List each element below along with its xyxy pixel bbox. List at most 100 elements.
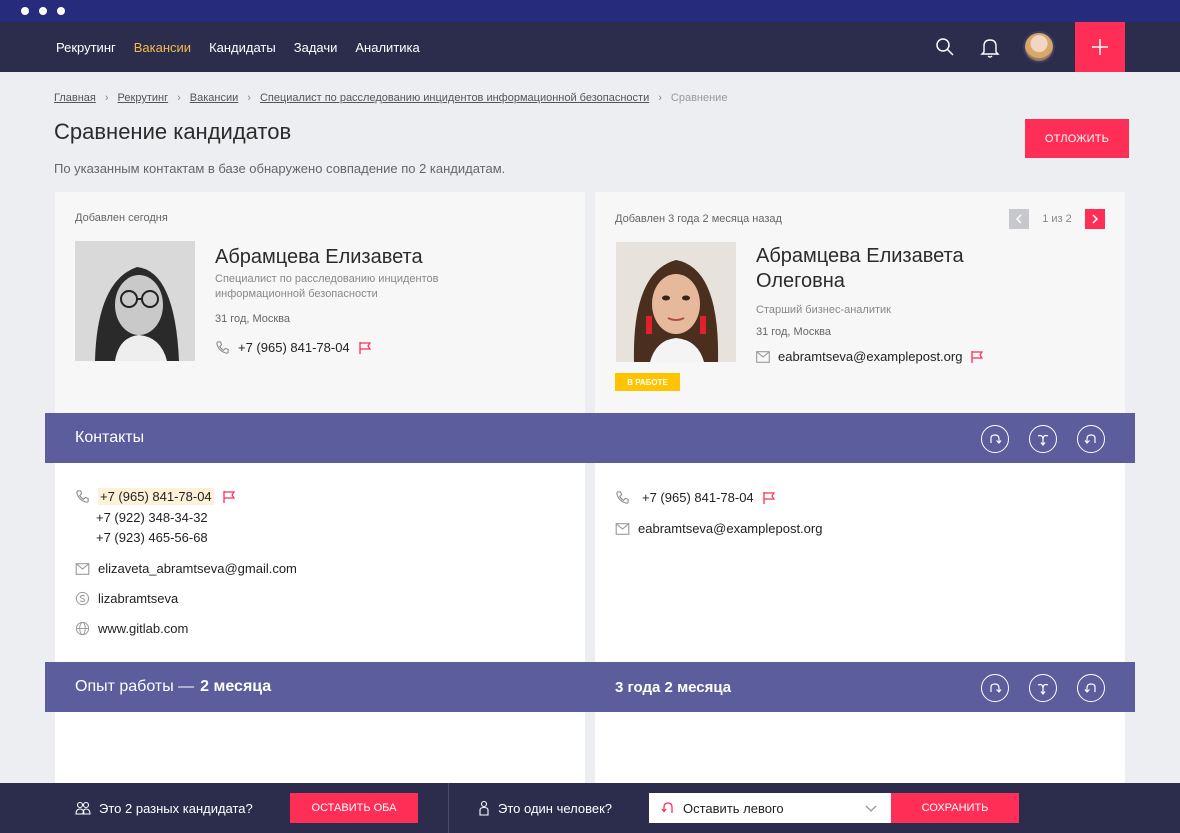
save-button[interactable]: СОХРАНИТЬ bbox=[891, 793, 1019, 823]
experience-label: Опыт работы — bbox=[75, 678, 195, 695]
right-candidate-name: Абрамцева Елизавета Олеговна bbox=[756, 244, 964, 294]
chevron-right-icon bbox=[1092, 214, 1099, 224]
pager-next-button[interactable] bbox=[1084, 209, 1105, 229]
breadcrumb-current: Сравнение bbox=[670, 92, 728, 104]
merge-left-button[interactable] bbox=[981, 425, 1009, 453]
left-phone[interactable]: +7 (965) 841-78-04 bbox=[238, 340, 350, 355]
left-contacts-skype-row: lizabramtseva bbox=[75, 591, 178, 606]
left-contacts-skype[interactable]: lizabramtseva bbox=[98, 591, 178, 606]
right-contacts-phone[interactable]: +7 (965) 841-78-04 bbox=[642, 490, 754, 505]
person-icon bbox=[479, 800, 489, 816]
experience-section-header: Опыт работы — 2 месяца 3 года 2 месяца bbox=[45, 662, 1135, 712]
right-contacts-email[interactable]: eabramtseva@examplepost.org bbox=[638, 521, 822, 536]
postpone-button[interactable]: ОТЛОЖИТЬ bbox=[1025, 119, 1129, 158]
arrow-keep-left-icon bbox=[661, 802, 673, 813]
skype-icon bbox=[75, 591, 90, 606]
nav-menu: Рекрутинг Вакансии Кандидаты Задачи Анал… bbox=[56, 22, 420, 72]
avatar[interactable] bbox=[1023, 31, 1055, 63]
two-people-icon bbox=[75, 801, 91, 815]
nav-item-candidates[interactable]: Кандидаты bbox=[209, 40, 276, 55]
experience-section-title: Опыт работы — 2 месяца bbox=[75, 662, 271, 712]
left-contacts-phone[interactable]: +7 (923) 465-56-68 bbox=[96, 530, 208, 545]
flag-icon[interactable] bbox=[222, 490, 236, 504]
merge-choice-value: Оставить левого bbox=[683, 800, 784, 816]
left-contacts-phone-primary[interactable]: +7 (965) 841-78-04 bbox=[98, 488, 214, 505]
left-contacts-email[interactable]: elizaveta_abramtseva@gmail.com bbox=[98, 561, 297, 576]
candidate-pager: 1 из 2 bbox=[1009, 209, 1105, 229]
breadcrumb-vacancies[interactable]: Вакансии bbox=[190, 92, 239, 104]
breadcrumb-separator: › bbox=[177, 92, 181, 104]
breadcrumb-separator: › bbox=[247, 92, 251, 104]
merge-left-button[interactable] bbox=[981, 674, 1009, 702]
nav-item-recruiting[interactable]: Рекрутинг bbox=[56, 40, 116, 55]
merge-choice-select[interactable]: Оставить левого bbox=[649, 793, 891, 823]
chevron-down-icon bbox=[865, 805, 877, 812]
mail-icon bbox=[615, 522, 630, 535]
left-contacts-site[interactable]: www.gitlab.com bbox=[98, 621, 188, 636]
left-added-date: Добавлен сегодня bbox=[75, 212, 168, 224]
left-contacts-email-row: elizaveta_abramtseva@gmail.com bbox=[75, 561, 297, 576]
experience-left-value: 2 месяца bbox=[200, 678, 272, 695]
breadcrumb: Главная › Рекрутинг › Вакансии › Специал… bbox=[54, 92, 727, 104]
add-button[interactable] bbox=[1075, 22, 1125, 72]
breadcrumb-home[interactable]: Главная bbox=[54, 92, 96, 104]
arrow-merge-both-icon bbox=[1037, 434, 1049, 446]
left-contacts-site-row: www.gitlab.com bbox=[75, 621, 188, 636]
one-person-text: Это один человек? bbox=[498, 800, 613, 816]
breadcrumb-vacancy[interactable]: Специалист по расследованию инцидентов и… bbox=[260, 92, 649, 104]
right-candidate-name-line1: Абрамцева Елизавета bbox=[756, 245, 964, 267]
left-contacts-phone-row: +7 (922) 348-34-32 bbox=[96, 510, 208, 525]
right-email[interactable]: eabramtseva@examplepost.org bbox=[778, 349, 962, 364]
search-icon[interactable] bbox=[933, 35, 957, 59]
arrow-merge-both-icon bbox=[1037, 683, 1049, 695]
footer-action-bar: Это 2 разных кандидата? ОСТАВИТЬ ОБА Это… bbox=[0, 783, 1180, 833]
phone-icon bbox=[76, 490, 89, 503]
window-dot bbox=[57, 7, 65, 15]
page-title: Сравнение кандидатов bbox=[54, 119, 292, 144]
merge-both-button[interactable] bbox=[1029, 674, 1057, 702]
flag-icon[interactable] bbox=[358, 341, 372, 355]
contacts-section-header: Контакты bbox=[45, 413, 1135, 463]
plus-icon bbox=[1092, 39, 1108, 55]
pager-prev-button[interactable] bbox=[1009, 209, 1029, 229]
two-candidates-text: Это 2 разных кандидата? bbox=[99, 800, 253, 816]
merge-right-button[interactable] bbox=[1077, 425, 1105, 453]
right-email-row: eabramtseva@examplepost.org bbox=[756, 349, 984, 364]
bell-icon[interactable] bbox=[978, 35, 1002, 59]
breadcrumb-separator: › bbox=[658, 92, 662, 104]
merge-right-button[interactable] bbox=[1077, 674, 1105, 702]
chevron-left-icon bbox=[1015, 214, 1022, 224]
arrow-merge-right-icon bbox=[990, 434, 1002, 444]
arrow-merge-left-icon bbox=[1084, 683, 1096, 693]
left-contacts-phone-row: +7 (965) 841-78-04 bbox=[75, 488, 236, 505]
left-candidate-name: Абрамцева Елизавета bbox=[215, 246, 423, 268]
right-contacts-email-row: eabramtseva@examplepost.org bbox=[615, 521, 822, 536]
page-subtitle: По указанным контактам в базе обнаружено… bbox=[54, 161, 506, 176]
right-experience-card bbox=[595, 712, 1125, 783]
phone-icon bbox=[616, 491, 629, 504]
window-titlebar bbox=[0, 0, 1180, 22]
nav-item-vacancies[interactable]: Вакансии bbox=[134, 40, 191, 55]
right-candidate-name-line2: Олеговна bbox=[756, 270, 845, 292]
merge-both-button[interactable] bbox=[1029, 425, 1057, 453]
one-person-question: Это один человек? bbox=[478, 783, 612, 833]
left-experience-card bbox=[55, 712, 585, 783]
keep-both-button[interactable]: ОСТАВИТЬ ОБА bbox=[290, 793, 418, 823]
left-candidate-position: Специалист по расследованию инцидентов и… bbox=[215, 273, 439, 300]
contacts-section-title: Контакты bbox=[75, 429, 145, 446]
flag-icon[interactable] bbox=[762, 491, 776, 505]
left-contacts-phone[interactable]: +7 (922) 348-34-32 bbox=[96, 510, 208, 525]
experience-right-value: 3 года 2 месяца bbox=[615, 678, 732, 696]
right-candidate-photo bbox=[616, 242, 736, 362]
pager-text: 1 из 2 bbox=[1042, 213, 1072, 225]
breadcrumb-recruiting[interactable]: Рекрутинг bbox=[118, 92, 169, 104]
mail-icon bbox=[756, 350, 770, 363]
left-candidate-photo bbox=[75, 241, 195, 361]
window-dot bbox=[39, 7, 47, 15]
two-candidates-question: Это 2 разных кандидата? bbox=[75, 783, 253, 833]
flag-icon[interactable] bbox=[970, 350, 984, 364]
globe-icon bbox=[75, 621, 90, 636]
nav-item-tasks[interactable]: Задачи bbox=[294, 40, 338, 55]
nav-item-analytics[interactable]: Аналитика bbox=[355, 40, 419, 55]
footer-divider bbox=[448, 783, 449, 833]
